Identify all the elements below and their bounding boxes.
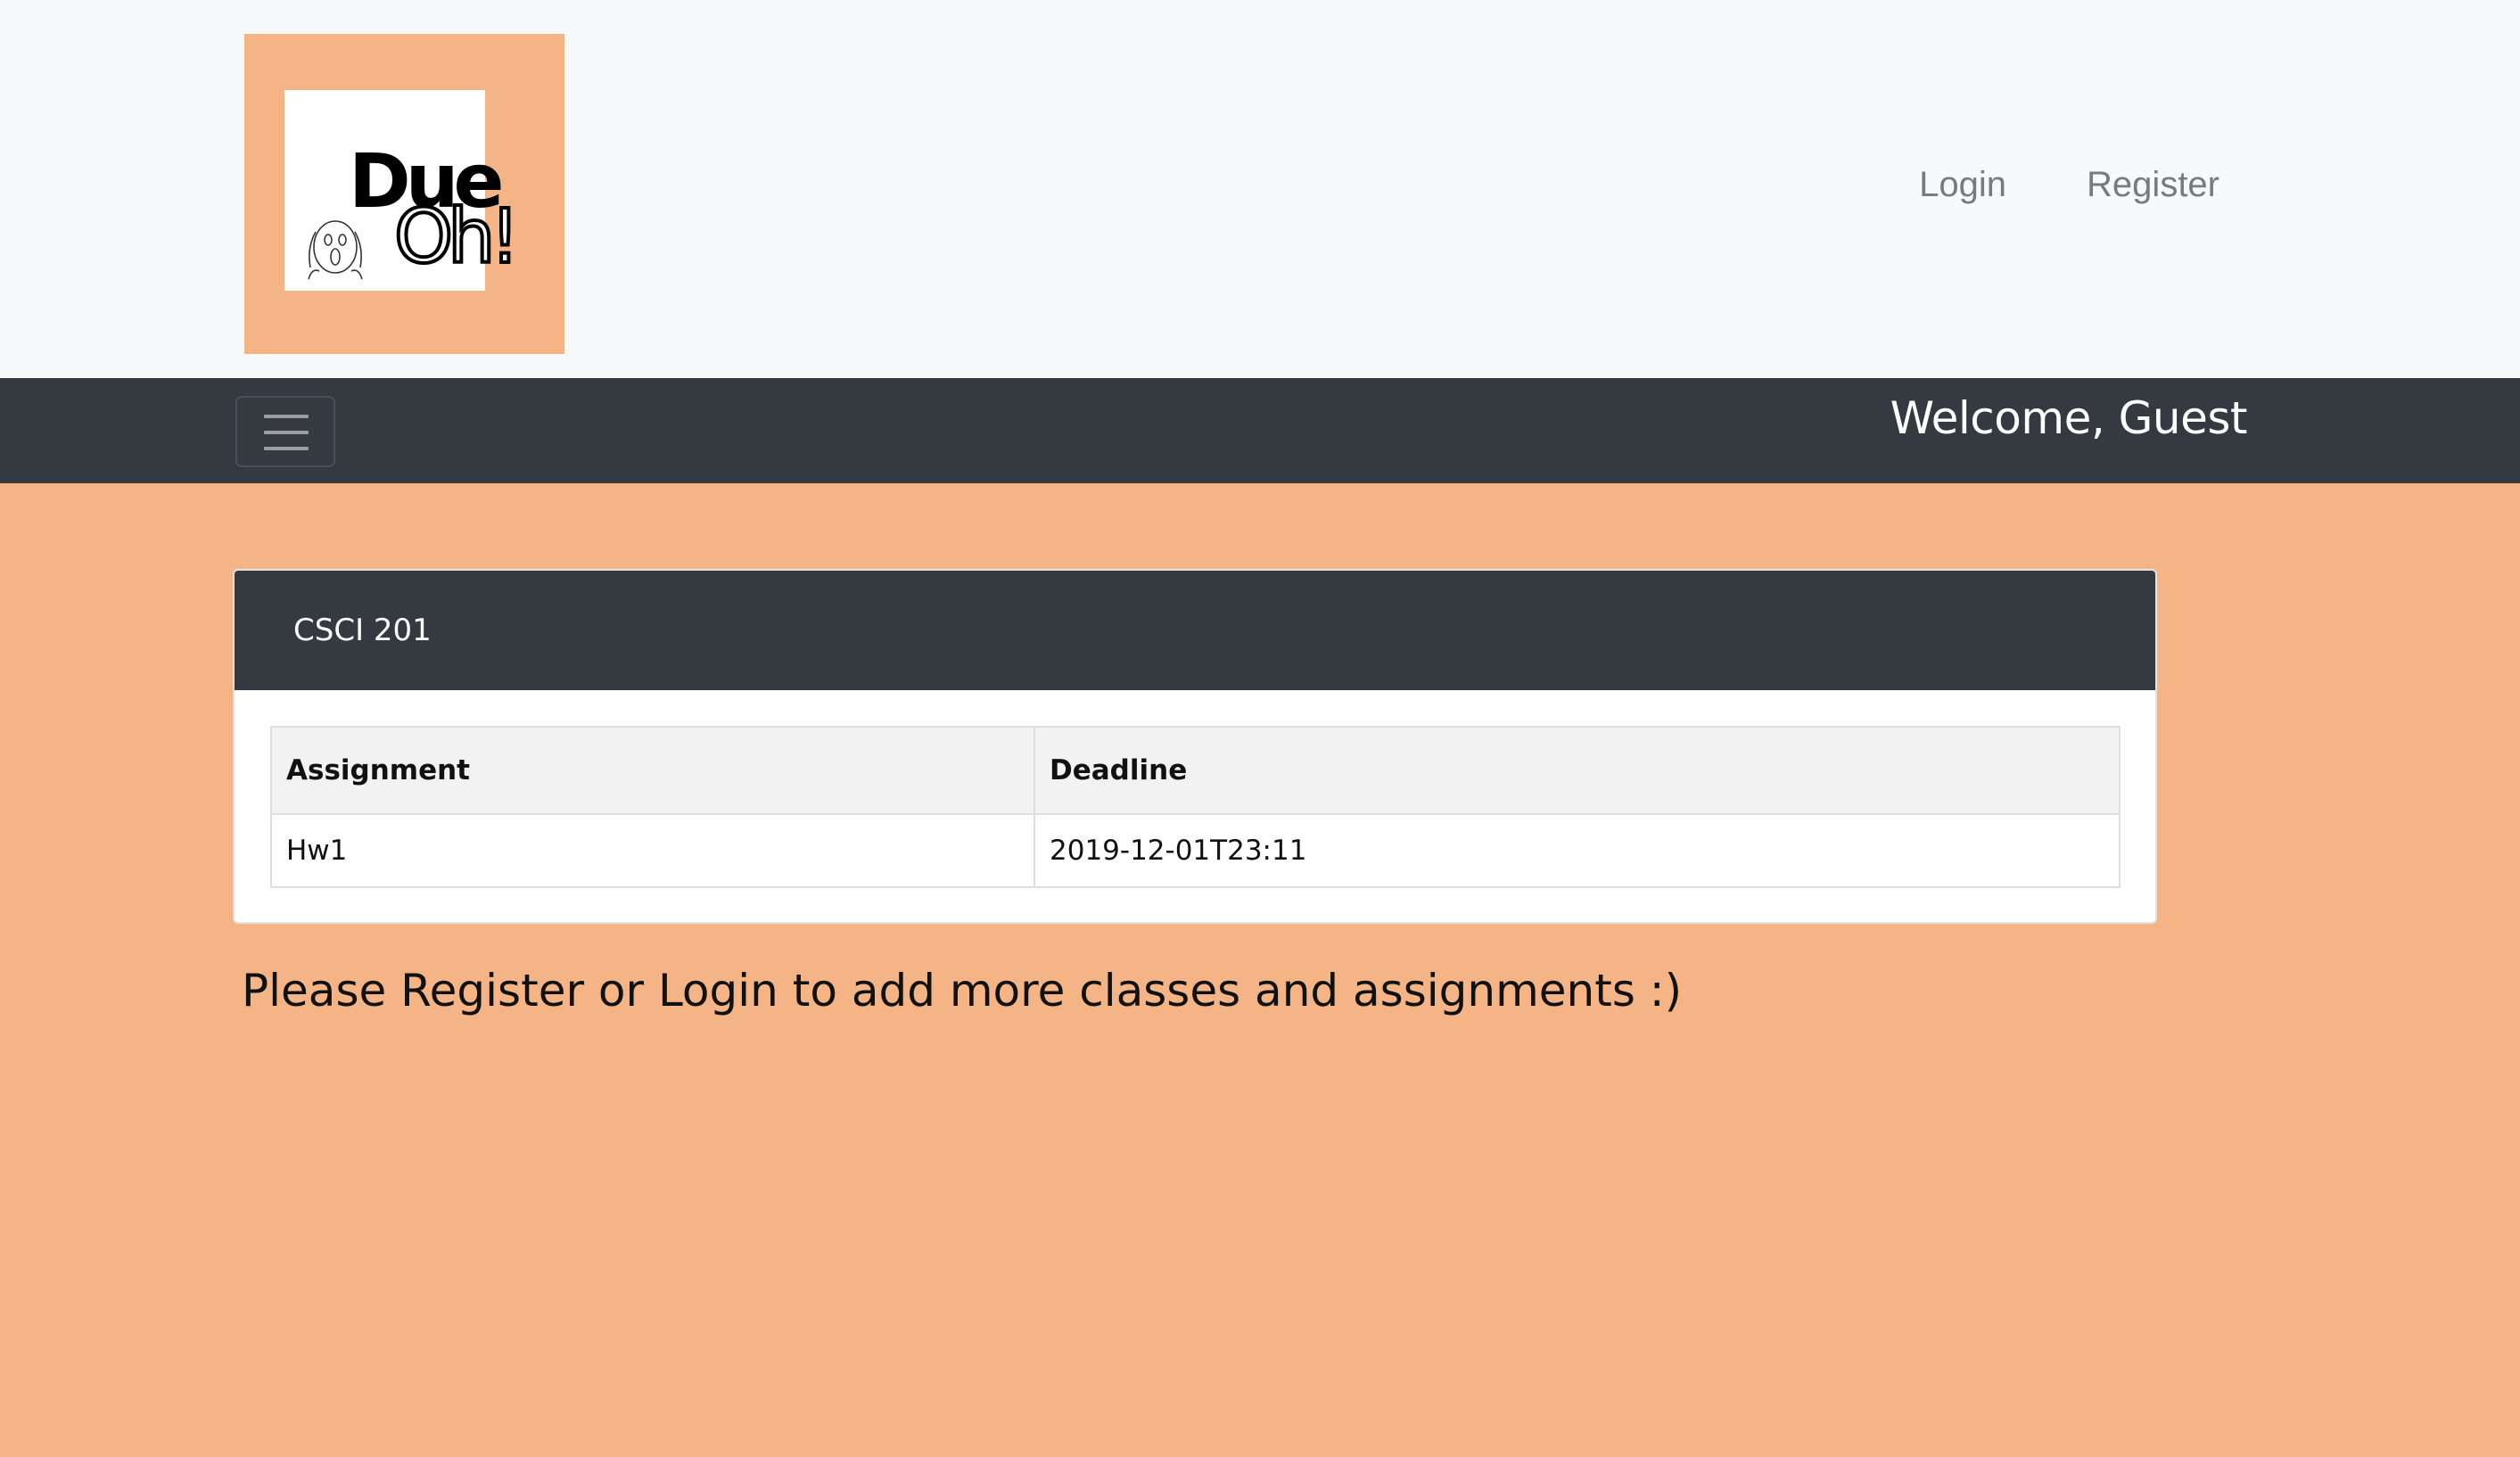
welcome-message: Welcome, Guest — [1890, 392, 2248, 444]
course-card-header: CSCI 201 — [235, 571, 2155, 690]
table-row: Hw1 2019-12-01T23:11 — [270, 813, 2121, 888]
register-link[interactable]: Register — [2087, 165, 2219, 205]
assignment-cell: Hw1 — [270, 813, 1035, 888]
course-card: CSCI 201 Assignment Deadline Hw1 2019-12… — [233, 569, 2157, 924]
login-prompt-text: Please Register or Login to add more cla… — [242, 965, 1683, 1017]
due-oh-logo[interactable]: Due Oh! — [244, 34, 564, 354]
column-header-assignment: Assignment — [270, 726, 1035, 815]
main-navbar: Welcome, Guest — [0, 378, 2520, 483]
top-header: Due Oh! Login Register — [0, 0, 2520, 378]
course-card-body: Assignment Deadline Hw1 2019-12-01T23:11 — [235, 690, 2155, 922]
svg-text:Oh!: Oh! — [394, 193, 515, 280]
assignments-table: Assignment Deadline Hw1 2019-12-01T23:11 — [270, 726, 2121, 888]
login-link[interactable]: Login — [1919, 165, 2006, 205]
table-header-row: Assignment Deadline — [270, 726, 2121, 815]
column-header-deadline: Deadline — [1034, 726, 2121, 815]
course-title: CSCI 201 — [293, 613, 432, 648]
hamburger-menu-button[interactable] — [235, 396, 335, 467]
deadline-cell: 2019-12-01T23:11 — [1034, 813, 2121, 888]
account-nav: Login Register — [1919, 165, 2219, 205]
